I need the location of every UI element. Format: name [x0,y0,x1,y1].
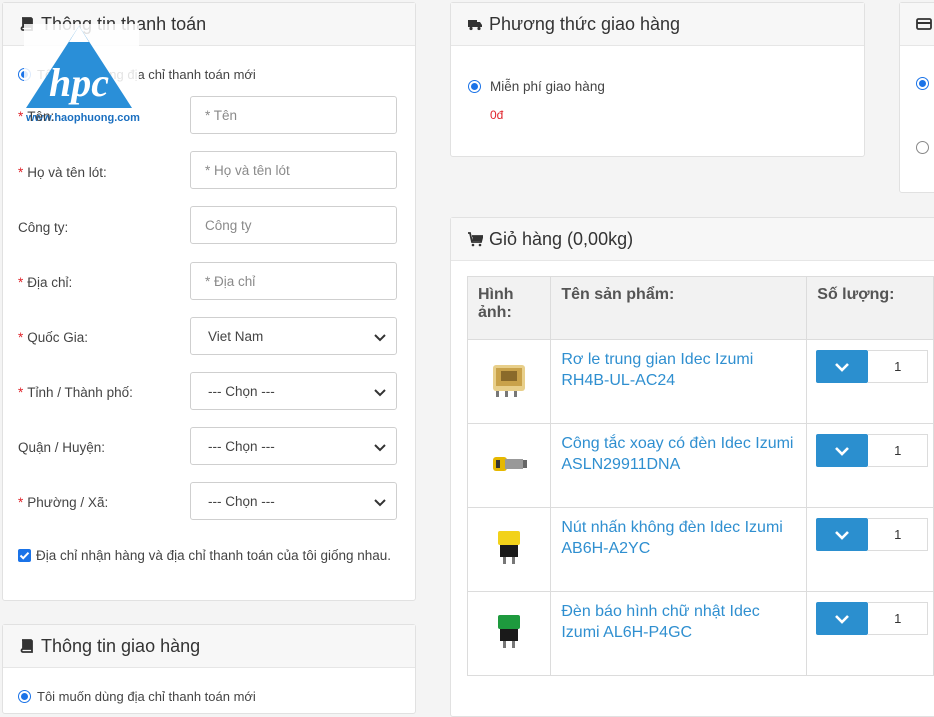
district-label: Quận / Huyện: [18,440,106,455]
chevron-down-icon [835,530,850,540]
last-name-input[interactable] [190,151,397,189]
product-image-cell [466,591,552,676]
quantity-cell: 1 [806,591,934,676]
quantity-input[interactable]: 1 [868,434,929,467]
quantity-dropdown-button[interactable] [816,602,869,635]
product-image-cell [466,507,552,592]
country-label: * Quốc Gia: [18,330,89,345]
company-input[interactable] [190,206,397,244]
quantity-cell: 1 [806,423,934,508]
address-label: * Địa chỉ: [18,275,73,290]
table-row: Đèn báo hình chữ nhật Idec Izumi AL6H-P4… [466,591,934,676]
chevron-down-icon [835,362,850,372]
quantity-dropdown-button[interactable] [816,518,869,551]
ward-select[interactable]: --- Chọn --- [190,482,397,520]
chevron-down-icon [374,389,386,397]
cart-table: Hình ảnh: Tên sản phẩm: Số lượng: Rơ le … [466,276,934,676]
shipping-new-address-label: Tôi muốn dùng địa chỉ thanh toán mới [37,689,256,704]
product-image-cell [466,339,552,424]
shipping-info-header: Thông tin giao hàng [3,625,415,668]
book-icon [20,639,33,653]
table-row: Rơ le trung gian Idec Izumi RH4B-UL-AC24… [466,339,934,424]
radio-payment-option-2[interactable] [916,141,929,154]
shipping-method-title: Phương thức giao hàng [489,13,681,34]
first-name-label: * Tên: [18,109,55,124]
radio-shipping-new-address[interactable] [18,690,31,703]
required-marker: * [18,385,24,400]
cart-icon [468,232,483,247]
required-marker: * [18,109,24,124]
product-link[interactable]: Rơ le trung gian Idec Izumi RH4B-UL-AC24 [561,351,753,389]
quantity-dropdown-button[interactable] [816,434,869,467]
payment-method-header [900,3,934,46]
ward-label: * Phường / Xã: [18,495,109,510]
required-marker: * [18,330,24,345]
cart-title: Giỏ hàng (0,00kg) [489,228,634,249]
product-image-relay[interactable] [487,357,531,401]
chevron-down-icon [374,444,386,452]
required-marker: * [18,165,24,180]
quantity-input[interactable]: 1 [868,350,929,383]
checkmark-icon [19,552,30,560]
address-input[interactable] [190,262,397,300]
free-shipping-label: Miễn phí giao hàng [490,79,605,94]
truck-icon [468,20,482,31]
country-select-value: Viet Nam [208,328,264,344]
radio-free-shipping[interactable] [468,80,481,93]
chevron-down-icon [374,499,386,507]
same-address-checkbox[interactable] [18,549,31,562]
country-select[interactable]: Viet Nam [190,317,397,355]
product-name-cell: Rơ le trung gian Idec Izumi RH4B-UL-AC24 [550,339,808,424]
product-link[interactable]: Đèn báo hình chữ nhật Idec Izumi AL6H-P4… [561,603,759,641]
radio-payment-option-1[interactable] [916,77,929,90]
product-name-cell: Đèn báo hình chữ nhật Idec Izumi AL6H-P4… [550,591,808,676]
credit-card-icon [916,18,932,30]
quantity-input[interactable]: 1 [868,602,929,635]
payment-method-panel [899,2,934,193]
product-image-selector-switch[interactable] [487,441,531,485]
cart-table-header: Hình ảnh: Tên sản phẩm: Số lượng: [466,276,934,340]
shipping-new-address-option[interactable]: Tôi muốn dùng địa chỉ thanh toán mới [18,689,256,704]
province-label: * Tỉnh / Thành phố: [18,385,133,400]
col-product-name: Tên sản phẩm: [550,276,808,340]
shipping-method-header: Phương thức giao hàng [451,3,864,46]
product-name-cell: Công tắc xoay có đèn Idec Izumi ASLN2991… [550,423,808,508]
ward-select-value: --- Chọn --- [208,493,275,509]
table-row: Nút nhấn không đèn Idec Izumi AB6H-A2YC … [466,507,934,592]
same-address-label: Địa chỉ nhận hàng và địa chỉ thanh toán … [36,548,392,563]
company-label: Công ty: [18,220,69,235]
product-link[interactable]: Công tắc xoay có đèn Idec Izumi ASLN2991… [561,435,793,473]
free-shipping-option[interactable]: Miễn phí giao hàng [468,79,605,94]
shipping-price: 0đ [490,108,504,122]
district-select-value: --- Chọn --- [208,438,275,454]
required-marker: * [18,275,24,290]
quantity-dropdown-button[interactable] [816,350,869,383]
product-image-cell [466,423,552,508]
district-select[interactable]: --- Chọn --- [190,427,397,465]
product-link[interactable]: Nút nhấn không đèn Idec Izumi AB6H-A2YC [561,519,782,557]
table-row: Công tắc xoay có đèn Idec Izumi ASLN2991… [466,423,934,508]
col-quantity: Số lượng: [806,276,934,340]
product-image-push-button[interactable] [487,525,531,569]
chevron-down-icon [835,614,850,624]
first-name-input[interactable] [190,96,397,134]
shipping-info-title: Thông tin giao hàng [41,635,201,656]
col-image: Hình ảnh: [466,276,552,340]
product-image-pilot-light[interactable] [487,609,531,653]
quantity-cell: 1 [806,339,934,424]
product-name-cell: Nút nhấn không đèn Idec Izumi AB6H-A2YC [550,507,808,592]
required-marker: * [18,495,24,510]
cart-header: Giỏ hàng (0,00kg) [451,218,934,261]
chevron-down-icon [374,334,386,342]
quantity-input[interactable]: 1 [868,518,929,551]
same-address-row[interactable]: Địa chỉ nhận hàng và địa chỉ thanh toán … [18,548,391,563]
last-name-label: * Họ và tên lót: [18,165,107,180]
quantity-cell: 1 [806,507,934,592]
chevron-down-icon [835,446,850,456]
province-select[interactable]: --- Chọn --- [190,372,397,410]
svg-text:hpc: hpc [49,60,109,105]
province-select-value: --- Chọn --- [208,383,275,399]
